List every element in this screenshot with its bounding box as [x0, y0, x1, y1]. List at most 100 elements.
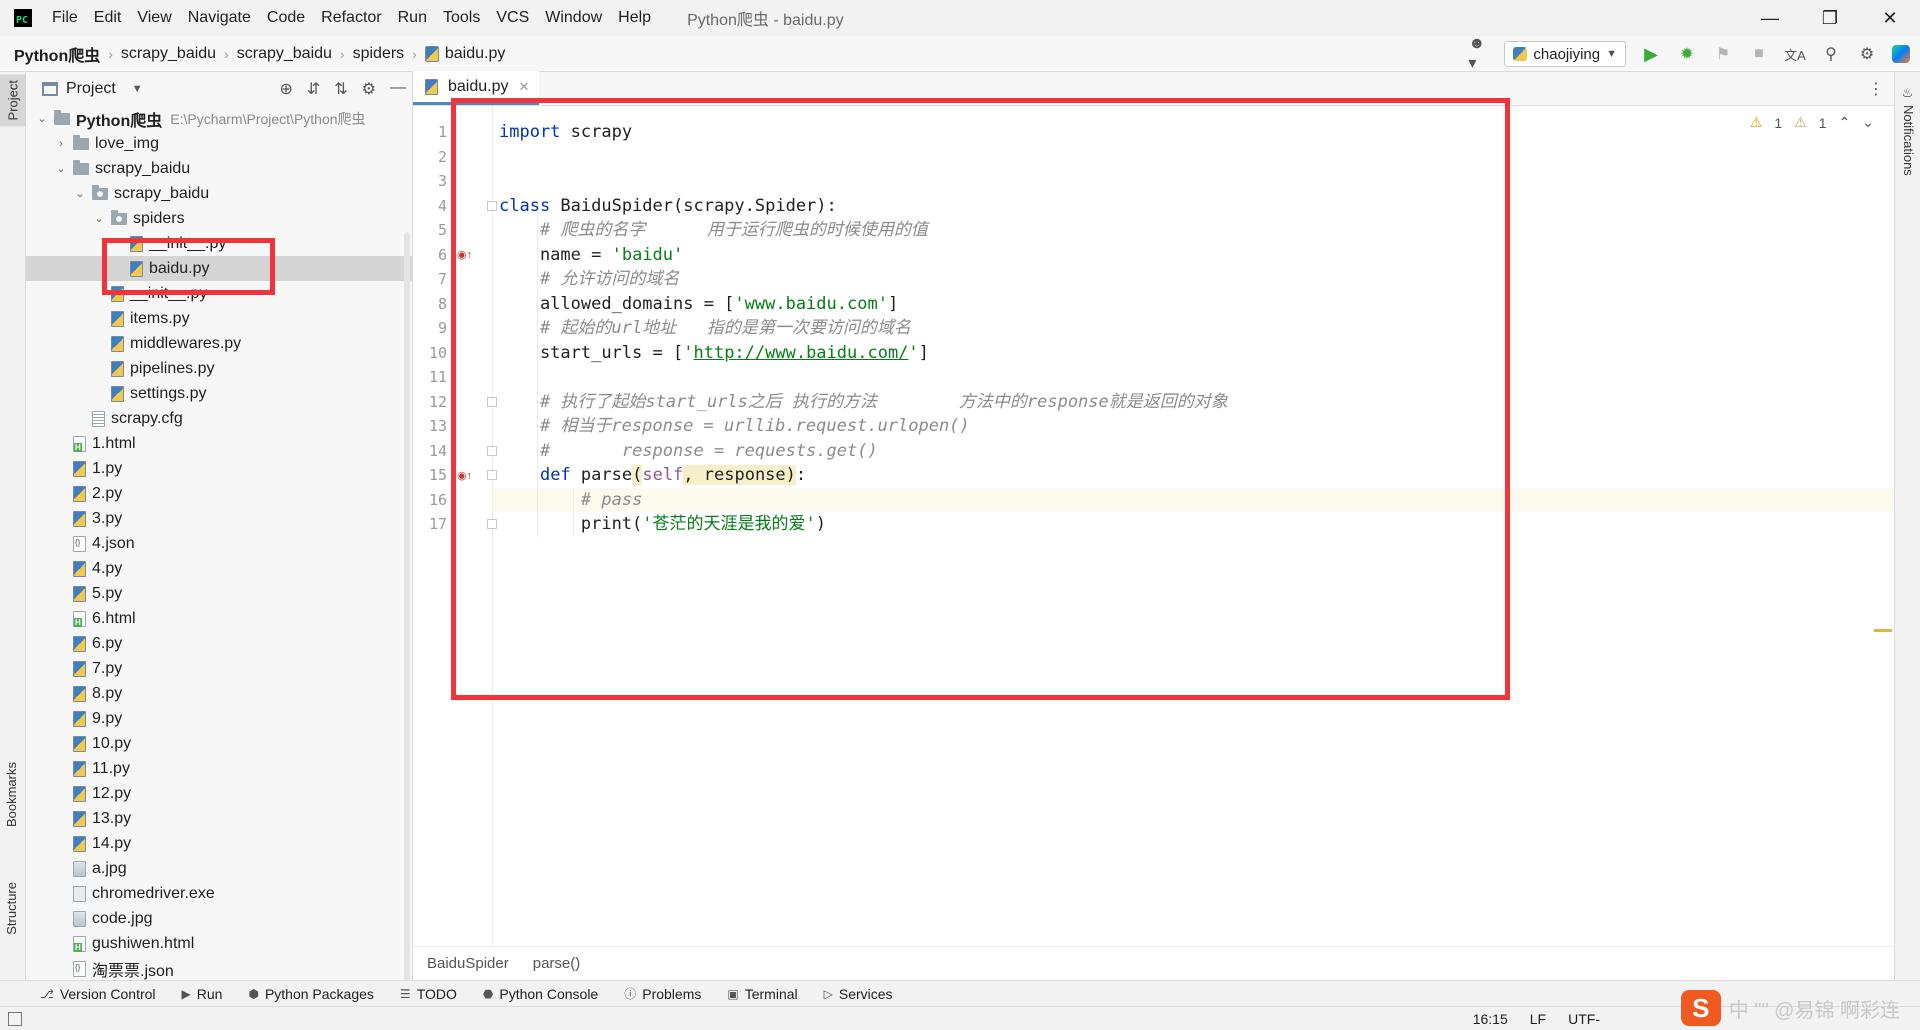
code-line[interactable]: # response = requests.get()	[493, 439, 1894, 464]
tree-item[interactable]: baidu.py	[26, 256, 412, 281]
code-line[interactable]: allowed_domains = ['www.baidu.com']	[493, 292, 1894, 317]
tree-item[interactable]: 8.py	[26, 681, 412, 706]
menu-refactor[interactable]: Refactor	[313, 0, 389, 36]
tree-item[interactable]: 6.html	[26, 606, 412, 631]
stripe-project[interactable]: Project	[0, 74, 26, 127]
breadcrumb-item[interactable]: scrapy_baidu	[231, 45, 338, 63]
chevron-right-icon[interactable]: ›	[53, 138, 69, 150]
tab-baidu-py[interactable]: baidu.py ✕	[413, 71, 540, 105]
stripe-bookmarks[interactable]: Bookmarks	[4, 762, 19, 827]
tool-python-console[interactable]: ⬣ Python Console	[483, 986, 598, 1002]
project-view-select[interactable]: Project	[66, 80, 116, 98]
stripe-structure[interactable]: Structure	[4, 882, 19, 935]
tool-python-packages[interactable]: ⬢ Python Packages	[248, 986, 373, 1002]
hide-panel-icon[interactable]: —	[390, 79, 406, 99]
tree-item[interactable]: 5.py	[26, 581, 412, 606]
tree-item[interactable]: code.jpg	[26, 906, 412, 931]
chevron-down-icon[interactable]: ⌄	[53, 162, 69, 175]
code-line[interactable]: # 爬虫的名字 用于运行爬虫的时候使用的值	[493, 218, 1894, 243]
tool-version-control[interactable]: ⎇ Version Control	[40, 986, 156, 1002]
tree-item[interactable]: 14.py	[26, 831, 412, 856]
tree-item[interactable]: middlewares.py	[26, 331, 412, 356]
tree-item[interactable]: ⌄ scrapy_baidu	[26, 156, 412, 181]
tree-item[interactable]: 12.py	[26, 781, 412, 806]
override-marker-icon[interactable]: ◉↑	[457, 243, 473, 268]
code-line[interactable]: # 相当于response = urllib.request.urlopen()	[493, 414, 1894, 439]
code-line[interactable]: # 执行了起始start_urls之后 执行的方法 方法中的response就是…	[493, 390, 1894, 415]
chevron-down-icon[interactable]: ⌄	[34, 112, 50, 125]
tree-item[interactable]: 3.py	[26, 506, 412, 531]
code-line[interactable]: # pass	[493, 487, 1894, 512]
tree-item[interactable]: 11.py	[26, 756, 412, 781]
stripe-notifications[interactable]: ♨ Notifications	[1901, 86, 1916, 176]
breadcrumb-item[interactable]: spiders	[347, 45, 411, 63]
tool-run[interactable]: ▶ Run	[182, 986, 223, 1002]
tool-terminal[interactable]: ▣ Terminal	[727, 986, 797, 1002]
breadcrumb-item[interactable]: Python爬虫	[0, 42, 106, 66]
tree-item[interactable]: 4.py	[26, 556, 412, 581]
tree-item[interactable]: 4.json	[26, 531, 412, 556]
tool-todo[interactable]: ☰ TODO	[400, 986, 457, 1002]
tree-item[interactable]: 淘票票.json	[26, 956, 412, 980]
code-line[interactable]: # 允许访问的域名	[493, 267, 1894, 292]
tree-item[interactable]: items.py	[26, 306, 412, 331]
panel-toggle-icon[interactable]	[8, 1011, 22, 1026]
chevron-down-icon[interactable]: ▼	[132, 83, 143, 95]
collapse-all-icon[interactable]: ⇅	[334, 79, 347, 99]
menu-tools[interactable]: Tools	[435, 0, 488, 36]
tool-services[interactable]: ▷ Services	[824, 986, 893, 1002]
tree-item[interactable]: __init__.py	[26, 281, 412, 306]
tree-item[interactable]: ⌄ spiders	[26, 206, 412, 231]
minimize-icon[interactable]: —	[1740, 0, 1800, 36]
tree-item[interactable]: pipelines.py	[26, 356, 412, 381]
caret-position[interactable]: 16:15	[1473, 1011, 1508, 1027]
scroll-marker[interactable]	[1874, 629, 1892, 632]
settings-icon[interactable]: ⚙	[1856, 43, 1878, 65]
tree-item[interactable]: ⌄ scrapy_baidu	[26, 181, 412, 206]
code-line[interactable]	[493, 169, 1894, 194]
tree-item[interactable]: chromedriver.exe	[26, 881, 412, 906]
tree-item[interactable]: a.jpg	[26, 856, 412, 881]
menu-help[interactable]: Help	[610, 0, 659, 36]
translate-icon[interactable]: 文A	[1784, 43, 1806, 65]
run-icon[interactable]: ▶	[1640, 43, 1662, 65]
tree-item[interactable]: › love_img	[26, 131, 412, 156]
stop-icon[interactable]: ■	[1748, 43, 1770, 65]
editor-breadcrumb-item[interactable]: BaiduSpider	[427, 955, 509, 972]
tree-item[interactable]: 2.py	[26, 481, 412, 506]
breadcrumb-item[interactable]: baidu.py	[419, 45, 512, 63]
run-configuration-select[interactable]: chaojiying ▼	[1504, 41, 1626, 67]
tree-item[interactable]: 1.html	[26, 431, 412, 456]
restore-icon[interactable]: ❐	[1800, 0, 1860, 36]
tree-item[interactable]: 6.py	[26, 631, 412, 656]
code-line[interactable]: def parse(self, response):	[493, 463, 1894, 488]
menu-window[interactable]: Window	[537, 0, 610, 36]
code-line[interactable]: name = 'baidu'	[493, 243, 1894, 268]
tree-item[interactable]: gushiwen.html	[26, 931, 412, 956]
code-line[interactable]: import scrapy	[493, 120, 1894, 145]
code-area[interactable]: import scrapy class BaiduSpider(scrapy.Sp…	[493, 106, 1894, 946]
menu-run[interactable]: Run	[390, 0, 435, 36]
tree-item[interactable]: __init__.py	[26, 231, 412, 256]
menu-vcs[interactable]: VCS	[488, 0, 537, 36]
breadcrumb-item[interactable]: scrapy_baidu	[115, 45, 222, 63]
code-line[interactable]: class BaiduSpider(scrapy.Spider):	[493, 194, 1894, 219]
tree-item[interactable]: 1.py	[26, 456, 412, 481]
debug-icon[interactable]: ✹	[1676, 43, 1698, 65]
more-vertical-icon[interactable]: ⋮	[1868, 79, 1884, 99]
menu-edit[interactable]: Edit	[86, 0, 130, 36]
tree-root[interactable]: ⌄ Python爬虫 E:\Pycharm\Project\Python爬虫	[26, 106, 412, 131]
code-line[interactable]: # 起始的url地址 指的是第一次要访问的域名	[493, 316, 1894, 341]
chevron-down-icon[interactable]: ⌄	[72, 187, 88, 200]
close-tab-icon[interactable]: ✕	[519, 79, 530, 95]
menu-navigate[interactable]: Navigate	[180, 0, 259, 36]
menu-code[interactable]: Code	[259, 0, 313, 36]
tree-item[interactable]: scrapy.cfg	[26, 406, 412, 431]
expand-all-icon[interactable]: ⇵	[307, 79, 320, 99]
close-icon[interactable]: ✕	[1860, 0, 1920, 36]
code-line[interactable]: print('苍茫的天涯是我的爱')	[493, 512, 1894, 537]
search-icon[interactable]: ⚲	[1820, 43, 1842, 65]
tree-item[interactable]: 10.py	[26, 731, 412, 756]
code-line[interactable]	[493, 365, 1894, 390]
file-encoding[interactable]: UTF-	[1568, 1011, 1600, 1027]
